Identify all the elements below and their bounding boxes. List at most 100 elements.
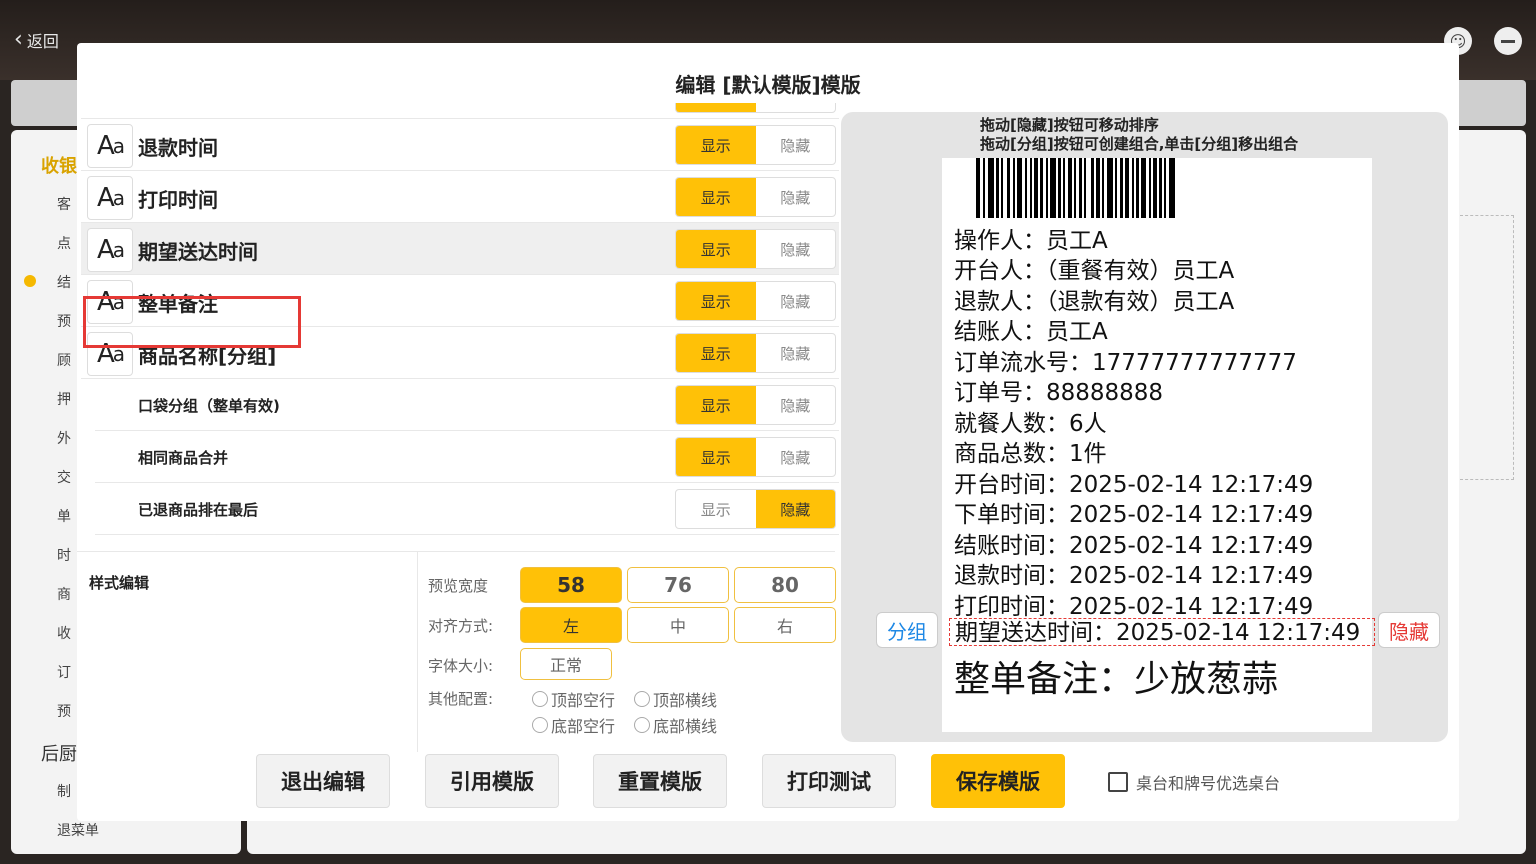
show-option[interactable]: 显示 bbox=[676, 282, 756, 320]
show-hide-toggle: 显示 隐藏 bbox=[675, 385, 836, 425]
receipt-line[interactable]: 开台人：（重餐有效）员工A bbox=[954, 251, 1234, 285]
hide-option[interactable]: 隐藏 bbox=[756, 386, 836, 424]
bottom-line-radio[interactable]: 底部横线 bbox=[634, 713, 717, 737]
sidebar-item[interactable]: 预 bbox=[57, 311, 71, 331]
sidebar-item[interactable]: 押 bbox=[57, 389, 71, 409]
receipt-line[interactable]: 订单流水号：17777777777777 bbox=[954, 343, 1297, 377]
sidebar-item[interactable]: 退菜单 bbox=[57, 820, 99, 840]
show-option[interactable]: 显示 bbox=[676, 178, 756, 216]
field-row-selected: Aa 期望送达时间 显示 隐藏 bbox=[81, 223, 839, 275]
field-list[interactable]: Aa 退款时间 显示 隐藏 Aa 打印时间 显示 隐藏 Aa 期望送达时间 显示… bbox=[81, 103, 839, 543]
align-label: 对齐方式: bbox=[428, 617, 494, 635]
highlight-box bbox=[83, 296, 301, 348]
width-76-button[interactable]: 76 bbox=[627, 567, 729, 603]
receipt-line-selected[interactable]: 期望送达时间：2025-02-14 12:17:49 bbox=[949, 618, 1376, 646]
receipt-line[interactable]: 操作人：员工A bbox=[954, 221, 1108, 255]
back-label: 返回 bbox=[26, 32, 59, 51]
receipt-remark-line[interactable]: 整单备注：少放葱蒜 bbox=[954, 650, 1278, 702]
sidebar-item[interactable]: 商 bbox=[57, 584, 71, 604]
top-blank-radio[interactable]: 顶部空行 bbox=[532, 687, 615, 711]
align-center-button[interactable]: 中 bbox=[627, 607, 729, 643]
table-priority-checkbox[interactable]: 桌台和牌号优选桌台 bbox=[1108, 770, 1280, 794]
field-label: 口袋分组（整单有效) bbox=[138, 397, 280, 415]
sidebar-item[interactable]: 顾 bbox=[57, 350, 71, 370]
width-58-button[interactable]: 58 bbox=[520, 567, 622, 603]
receipt-line[interactable]: 开台时间：2025-02-14 12:17:49 bbox=[954, 465, 1313, 499]
font-style-icon[interactable]: Aa bbox=[87, 124, 133, 168]
sidebar-section-cashier[interactable]: 收银 bbox=[41, 152, 77, 178]
show-option[interactable]: 显示 bbox=[676, 386, 756, 424]
show-option[interactable]: 显示 bbox=[676, 230, 756, 268]
align-left-button[interactable]: 左 bbox=[520, 607, 622, 643]
receipt-line[interactable]: 商品总数：1件 bbox=[954, 434, 1107, 468]
hide-option[interactable]: 隐藏 bbox=[756, 334, 836, 372]
sidebar-item[interactable]: 点 bbox=[57, 233, 71, 253]
font-style-icon[interactable]: Aa bbox=[87, 176, 133, 220]
sidebar-item[interactable]: 客 bbox=[57, 194, 71, 214]
field-label: 相同商品合并 bbox=[138, 449, 229, 467]
show-option[interactable]: 显示 bbox=[676, 490, 756, 528]
hide-option[interactable]: 隐藏 bbox=[756, 126, 836, 164]
show-option[interactable]: 显示 bbox=[676, 126, 756, 164]
show-option[interactable]: 显示 bbox=[676, 438, 756, 476]
receipt-line[interactable]: 订单号：88888888 bbox=[954, 373, 1163, 407]
sidebar-item[interactable]: 交 bbox=[57, 467, 71, 487]
receipt-line[interactable]: 下单时间：2025-02-14 12:17:49 bbox=[954, 495, 1313, 529]
group-tag-button[interactable]: 分组 bbox=[876, 612, 938, 648]
sidebar-item[interactable]: 单 bbox=[57, 506, 71, 526]
reset-template-button[interactable]: 重置模版 bbox=[593, 754, 727, 808]
font-style-icon[interactable]: Aa bbox=[87, 228, 133, 272]
sidebar-item[interactable]: 制 bbox=[57, 781, 71, 801]
checkbox-label: 桌台和牌号优选桌台 bbox=[1136, 774, 1281, 793]
receipt-preview: 拖动[隐藏]按钮可移动排序 拖动[分组]按钮可创建组合,单击[分组]移出组合 操… bbox=[841, 112, 1448, 742]
receipt-line[interactable]: 打印时间：2025-02-14 12:17:49 bbox=[954, 587, 1313, 621]
minimize-icon[interactable] bbox=[1494, 27, 1522, 55]
width-80-button[interactable]: 80 bbox=[734, 567, 836, 603]
sidebar-item[interactable]: 外 bbox=[57, 428, 71, 448]
hide-option[interactable]: 隐藏 bbox=[756, 438, 836, 476]
sidebar-section-kitchen[interactable]: 后厨 bbox=[41, 740, 77, 766]
receipt-line[interactable]: 结账人：员工A bbox=[954, 312, 1108, 346]
show-hide-toggle: 显示 隐藏 bbox=[675, 333, 836, 373]
show-hide-toggle[interactable] bbox=[675, 103, 836, 113]
barcode-image bbox=[976, 158, 1336, 218]
radio-icon bbox=[532, 717, 548, 733]
show-hide-toggle: 显示 隐藏 bbox=[675, 489, 836, 529]
exit-edit-button[interactable]: 退出编辑 bbox=[256, 754, 390, 808]
top-line-radio[interactable]: 顶部横线 bbox=[634, 687, 717, 711]
sidebar-item[interactable]: 结 bbox=[57, 272, 71, 292]
chevron-left-icon: ‹ bbox=[14, 27, 23, 52]
print-test-button[interactable]: 打印测试 bbox=[762, 754, 896, 808]
hide-option[interactable]: 隐藏 bbox=[755, 490, 835, 528]
bottom-blank-radio[interactable]: 底部空行 bbox=[532, 713, 615, 737]
font-size-select[interactable]: 正常 bbox=[520, 648, 612, 680]
hide-option[interactable]: 隐藏 bbox=[756, 282, 836, 320]
receipt-line[interactable]: 退款人：（退款有效）员工A bbox=[954, 282, 1234, 316]
hint-drag-group: 拖动[分组]按钮可创建组合,单击[分组]移出组合 bbox=[980, 135, 1299, 153]
receipt-line[interactable]: 结账时间：2025-02-14 12:17:49 bbox=[954, 526, 1313, 560]
radio-label: 顶部横线 bbox=[653, 691, 718, 710]
field-row: 已退商品排在最后 显示 隐藏 bbox=[95, 483, 839, 535]
sidebar-item[interactable]: 时 bbox=[57, 545, 71, 565]
receipt-line[interactable]: 退款时间：2025-02-14 12:17:49 bbox=[954, 556, 1313, 590]
field-row: 相同商品合并 显示 隐藏 bbox=[95, 431, 839, 483]
hide-option[interactable]: 隐藏 bbox=[756, 230, 836, 268]
show-option[interactable]: 显示 bbox=[676, 334, 756, 372]
save-template-button[interactable]: 保存模版 bbox=[931, 754, 1065, 808]
hint-drag-hide: 拖动[隐藏]按钮可移动排序 bbox=[980, 116, 1159, 134]
use-template-button[interactable]: 引用模版 bbox=[425, 754, 559, 808]
checkbox-icon bbox=[1108, 772, 1128, 792]
receipt-line[interactable]: 就餐人数：6人 bbox=[954, 404, 1107, 438]
sidebar-item[interactable]: 预 bbox=[57, 701, 71, 721]
back-button[interactable]: ‹ 返回 bbox=[14, 28, 59, 52]
show-hide-toggle: 显示 隐藏 bbox=[675, 229, 836, 269]
hide-option[interactable]: 隐藏 bbox=[756, 178, 836, 216]
field-row: Aa 打印时间 显示 隐藏 bbox=[81, 171, 839, 223]
sidebar-item[interactable]: 收 bbox=[57, 623, 71, 643]
field-label: 退款时间 bbox=[138, 136, 218, 160]
align-right-button[interactable]: 右 bbox=[734, 607, 836, 643]
dialog-title: 编辑 [默认模版]模版 bbox=[675, 73, 861, 97]
hide-tag-button[interactable]: 隐藏 bbox=[1378, 612, 1440, 648]
field-label: 期望送达时间 bbox=[138, 240, 258, 264]
sidebar-item[interactable]: 订 bbox=[57, 662, 71, 682]
